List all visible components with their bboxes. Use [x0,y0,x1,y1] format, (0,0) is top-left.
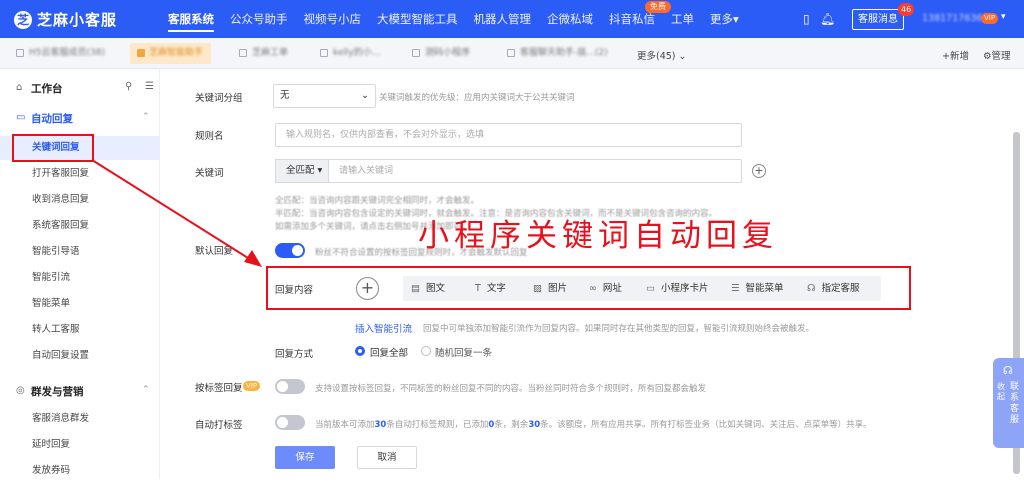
contact-label[interactable]: 联系客服 [1010,382,1019,426]
collapse-label[interactable]: 收起 [997,382,1005,402]
annotation-title: 小程序关键词自动回复 [418,218,778,254]
headset-icon: ☊ [1003,364,1013,377]
contact-support-tab[interactable]: ☊ 收起 联系客服 [993,358,1024,448]
